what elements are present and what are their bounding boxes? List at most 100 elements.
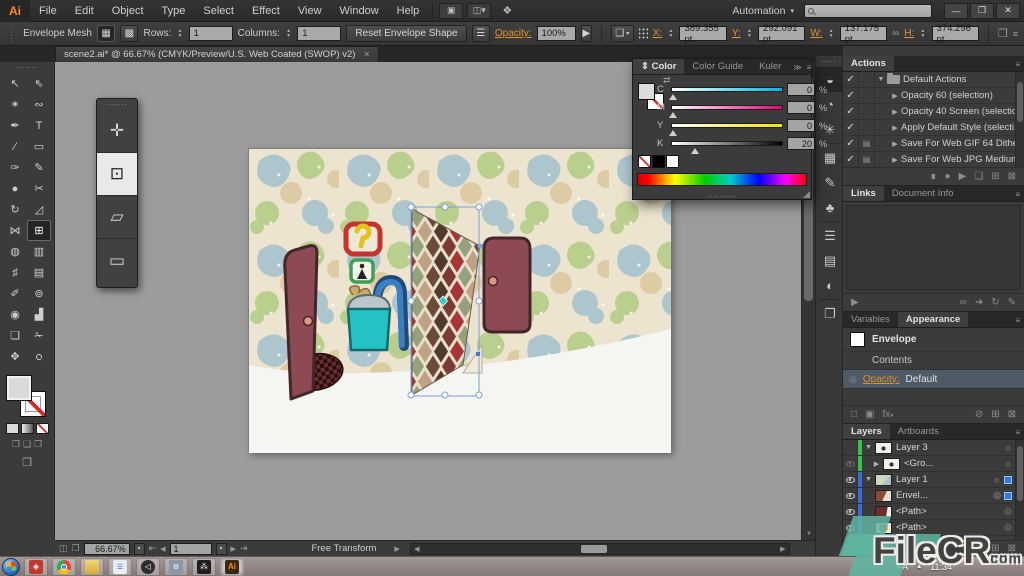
delete-action-icon[interactable]: ⊠	[1008, 171, 1016, 182]
new-action-icon[interactable]: ⊞	[991, 171, 999, 182]
target-icon[interactable]: ◎	[1001, 506, 1015, 517]
layer-row[interactable]: ▼ Layer 1 ○	[843, 472, 1015, 488]
action-row[interactable]: ✓ ▼ Default Actions	[843, 72, 1015, 88]
expand-icon[interactable]: ▶	[889, 124, 901, 132]
expand-icon[interactable]: ▼	[862, 444, 875, 451]
tab-actions[interactable]: Actions	[843, 56, 894, 71]
hand-tool[interactable]: ✥	[3, 346, 27, 367]
rows-input[interactable]: 1	[189, 26, 233, 41]
scroll-right-icon[interactable]: ▶	[777, 545, 789, 553]
magenta-slider[interactable]	[671, 105, 783, 110]
action-row[interactable]: ✓ ▤ ▶ Save For Web GIF 64 Dithe...	[843, 136, 1015, 152]
transparency-panel-icon[interactable]: ◐	[816, 273, 844, 298]
direct-selection-tool[interactable]: ⇖	[27, 73, 51, 94]
slider-thumb[interactable]	[691, 148, 699, 154]
fill-swatch[interactable]	[638, 83, 655, 100]
status-flyout-icon[interactable]: ▶	[394, 545, 399, 553]
visibility-toggle[interactable]	[843, 456, 858, 471]
panel-menu-icon[interactable]: ≡	[1015, 316, 1020, 325]
graph-tool[interactable]: ▟	[27, 304, 51, 325]
first-artboard-icon[interactable]: ⇤	[149, 543, 157, 554]
dialog-toggle[interactable]	[859, 72, 875, 87]
opacity-link[interactable]: Opacity:	[495, 28, 532, 39]
perspective-grid-tool[interactable]: ▥	[27, 241, 51, 262]
layer-name[interactable]: Envel...	[896, 490, 990, 501]
dialog-toggle[interactable]	[859, 104, 875, 119]
scroll-down-icon[interactable]: ▼	[802, 528, 815, 540]
expand-icon[interactable]: ▶	[889, 92, 901, 100]
expand-icon[interactable]: ▼	[875, 76, 887, 83]
appearance-row-opacity[interactable]: ◎ Opacity: Default	[843, 370, 1024, 389]
tab-layers[interactable]: Layers	[843, 424, 890, 439]
appearance-row-contents[interactable]: Contents	[843, 352, 1024, 370]
expand-icon[interactable]: ▶	[870, 460, 883, 468]
envelope-mesh-icon-button[interactable]: ▦	[97, 25, 115, 42]
corner-resize-grip[interactable]	[803, 191, 810, 198]
yellow-slider[interactable]	[671, 123, 783, 128]
free-distort-button[interactable]: ▭	[97, 239, 137, 282]
tab-document-info[interactable]: Document Info	[884, 186, 962, 201]
color-spectrum-bar[interactable]	[637, 173, 807, 186]
columns-stepper[interactable]: ▲▼	[285, 29, 292, 39]
dock-grip[interactable]	[821, 60, 837, 64]
start-button[interactable]	[2, 558, 20, 576]
menu-view[interactable]: View	[289, 0, 331, 22]
menu-object[interactable]: Object	[103, 0, 153, 22]
panel-menu-icon[interactable]: ≡	[1015, 60, 1020, 69]
menu-type[interactable]: Type	[153, 0, 195, 22]
free-transform-tool[interactable]: ⊞	[27, 220, 51, 241]
draw-inside-mode[interactable]: ❐	[34, 439, 42, 450]
target-icon[interactable]: ◎	[990, 490, 1004, 501]
menu-help[interactable]: Help	[388, 0, 429, 22]
gradient-mode-button[interactable]	[21, 423, 34, 434]
color-mode-button[interactable]	[6, 423, 19, 434]
panel-grip[interactable]	[10, 25, 14, 43]
x-stepper[interactable]: ▲▼	[667, 29, 674, 39]
target-icon[interactable]: ○	[1001, 443, 1015, 453]
blend-tool[interactable]: ⊚	[27, 283, 51, 304]
fill-swatch[interactable]	[6, 375, 32, 401]
panel-menu-icon[interactable]: ≡	[1015, 428, 1020, 437]
tab-variables[interactable]: Variables	[843, 312, 898, 327]
transform-panel-icon[interactable]: ❒	[998, 27, 1008, 40]
w-input[interactable]: 137.175 pt	[840, 26, 887, 41]
none-swatch[interactable]	[638, 155, 651, 168]
action-check[interactable]: ✓	[843, 88, 859, 103]
action-row[interactable]: ✓ ▶ Apply Default Style (selecti...	[843, 120, 1015, 136]
edit-original-icon[interactable]: ✎	[1008, 297, 1016, 308]
cyan-slider[interactable]	[671, 87, 783, 92]
stepper-down-icon[interactable]: ▼	[285, 34, 292, 39]
dialog-toggle[interactable]	[859, 120, 875, 135]
widget-grip[interactable]	[106, 103, 128, 107]
h-input[interactable]: 374.296 pt	[932, 26, 979, 41]
play-action-icon[interactable]: ▶	[959, 171, 967, 182]
action-check[interactable]: ✓	[843, 120, 859, 135]
show-link-info-icon[interactable]: ▶	[851, 297, 859, 308]
action-row[interactable]: ✓ ▶ Opacity 60 (selection)	[843, 88, 1015, 104]
panel-menu-icon[interactable]: ≡	[1015, 190, 1020, 199]
graphic-styles-panel-icon[interactable]: ❐	[816, 301, 844, 326]
eyedropper-tool[interactable]: ✐	[3, 283, 27, 304]
stepper-down-icon[interactable]: ▼	[176, 34, 183, 39]
layer-row[interactable]: ▼ Layer 3 ○	[843, 440, 1015, 456]
appearance-row-envelope[interactable]: Envelope	[843, 328, 1024, 352]
shape-builder-tool[interactable]: ◍	[3, 241, 27, 262]
white-swatch[interactable]	[666, 155, 679, 168]
tab-close-icon[interactable]: ✕	[363, 50, 370, 59]
scale-tool[interactable]: ◿	[27, 199, 51, 220]
dialog-toggle[interactable]: ▤	[859, 152, 875, 167]
line-segment-tool[interactable]: ∕	[3, 136, 27, 157]
target-icon[interactable]: ○	[990, 475, 1004, 485]
constrain-proportions-icon[interactable]: ∞	[892, 28, 899, 39]
horizontal-scrollbar[interactable]: ◀ ▶	[410, 543, 790, 555]
search-box[interactable]	[804, 4, 932, 18]
add-effect-icon[interactable]: fx▾	[883, 409, 894, 420]
perspective-distort-button[interactable]: ▱	[97, 196, 137, 239]
visibility-toggle[interactable]	[843, 488, 858, 503]
taskbar-app-7[interactable]: ⁂	[192, 558, 216, 576]
document-tab[interactable]: scene2.ai* @ 66.67% (CMYK/Preview/U.S. W…	[55, 46, 379, 62]
layer-name[interactable]: <Path>	[896, 506, 1001, 517]
draw-normal-mode[interactable]: ❐	[12, 439, 20, 450]
layer-row[interactable]: Envel... ◎	[843, 488, 1015, 504]
black-swatch[interactable]	[652, 155, 665, 168]
